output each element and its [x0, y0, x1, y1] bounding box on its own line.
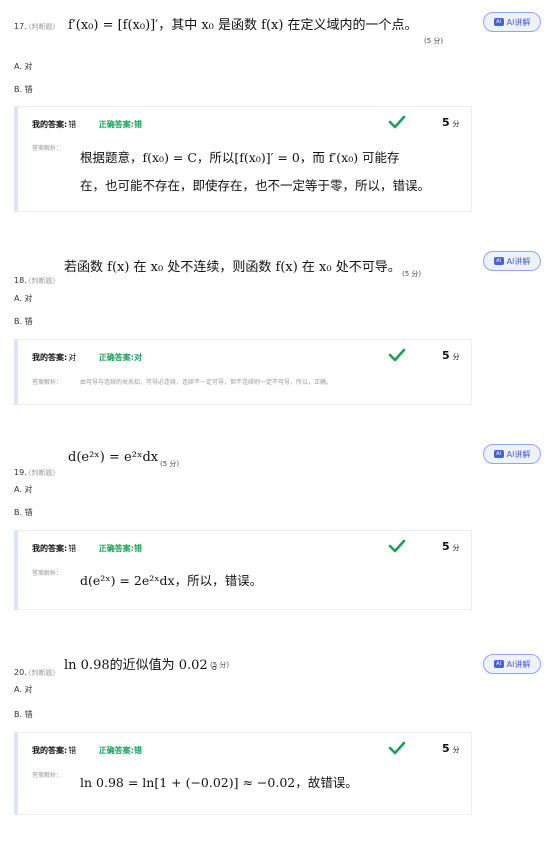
correct-answer-label: 正确答案: [98, 746, 134, 755]
correct-answer-label: 正确答案: [98, 544, 134, 553]
my-answer-value: 错 [68, 120, 77, 129]
answer-row: 我的答案:对 正确答案:对 [32, 352, 142, 363]
ai-icon: AI [493, 450, 504, 458]
points-earned: 5分 [442, 540, 460, 553]
points-earned: 5分 [442, 742, 460, 755]
analysis-line-1: d(e²ˣ) = 2e²ˣdx，所以，错误。 [80, 573, 263, 588]
my-answer-value: 错 [68, 746, 77, 755]
ai-icon: AI [493, 257, 504, 265]
checkmark-icon [388, 115, 406, 129]
question-stem: d(e²ˣ) = e²ˣdx [68, 450, 159, 465]
correct-answer-value: 对 [133, 353, 142, 362]
ai-explain-label: AI讲解 [506, 449, 531, 459]
question-type: (判断题) [28, 23, 56, 31]
correct-answer-value: 错 [133, 544, 142, 553]
ai-explain-label: AI讲解 [506, 659, 531, 669]
answer-panel: 我的答案:错 正确答案:错 5分 答案解析： 根据题意，f(x₀) = C，所以… [14, 106, 472, 212]
option-b[interactable]: B. 错 [14, 84, 33, 95]
checkmark-icon [388, 741, 406, 755]
checkmark-icon [388, 348, 406, 362]
my-answer-value: 对 [68, 353, 77, 362]
correct-answer-label: 正确答案: [98, 353, 134, 362]
option-a[interactable]: A. 对 [14, 484, 32, 495]
question-header: 20. (判断题) [14, 660, 55, 679]
answer-panel: 我的答案:错 正确答案:错 5分 答案解析： d(e²ˣ) = 2e²ˣdx，所… [14, 530, 472, 610]
ai-explain-label: AI讲解 [506, 256, 531, 266]
question-type: (判断题) [28, 277, 56, 285]
ai-explain-button[interactable]: AI AI讲解 [483, 12, 541, 32]
question-number: 18. [14, 276, 27, 285]
question-stem: ln 0.98的近似值为 0.02 。 [64, 658, 225, 673]
question-score: (5 分) [160, 460, 180, 468]
my-answer-label: 我的答案: [32, 746, 68, 755]
my-answer-label: 我的答案: [32, 353, 68, 362]
my-answer-label: 我的答案: [32, 120, 68, 129]
question-number: 19. [14, 468, 27, 477]
analysis-line-1: ln 0.98 = ln[1 + (−0.02)] ≈ −0.02，故错误。 [80, 775, 358, 790]
answer-panel: 我的答案:错 正确答案:错 5分 答案解析： ln 0.98 = ln[1 + … [14, 732, 472, 815]
analysis-line-1: 根据题意，f(x₀) = C，所以[f(x₀)]′ = 0，而 f′(x₀) 可… [80, 150, 400, 165]
question-number: 17. [14, 22, 27, 31]
ai-explain-button[interactable]: AI AI讲解 [483, 251, 541, 271]
question-stem: 若函数 f(x) 在 x₀ 处不连续，则函数 f(x) 在 x₀ 处不可导。 [64, 260, 401, 275]
analysis-label: 答案解析： [32, 570, 63, 577]
analysis-text: 由可导与连续的关系知，可导必连续，连续不一定可导，但不连续则一定不可导，所以，正… [80, 379, 333, 386]
my-answer-value: 错 [68, 544, 77, 553]
question-header: 18. (判断题) [14, 268, 55, 287]
option-a[interactable]: A. 对 [14, 684, 32, 695]
correct-answer-value: 错 [133, 746, 142, 755]
correct-answer-label: 正确答案: [98, 120, 134, 129]
points-earned: 5分 [442, 116, 460, 129]
ai-icon: AI [493, 18, 504, 26]
question-type: (判断题) [28, 469, 56, 477]
option-a[interactable]: A. 对 [14, 61, 32, 72]
answer-panel: 我的答案:对 正确答案:对 5分 答案解析： 由可导与连续的关系知，可导必连续，… [14, 339, 472, 405]
ai-icon: AI [493, 660, 504, 668]
answer-row: 我的答案:错 正确答案:错 [32, 745, 142, 756]
question-header: 19. (判断题) [14, 460, 55, 479]
question-number: 20. [14, 668, 27, 677]
analysis-label: 答案解析： [32, 772, 63, 779]
question-score: (5 分) [210, 661, 230, 669]
question-score: (5 分) [424, 37, 444, 45]
question-stem: f′(x₀) = [f(x₀)]′，其中 x₀ 是函数 f(x) 在定义域内的一… [68, 18, 418, 33]
option-a[interactable]: A. 对 [14, 293, 32, 304]
ai-explain-button[interactable]: AI AI讲解 [483, 654, 541, 674]
checkmark-icon [388, 539, 406, 553]
points-earned: 5分 [442, 349, 460, 362]
analysis-label: 答案解析： [32, 379, 63, 386]
question-header: 17. (判断题) [14, 14, 55, 33]
answer-row: 我的答案:错 正确答案:错 [32, 119, 142, 130]
option-b[interactable]: B. 错 [14, 507, 33, 518]
analysis-line-2: 在，也可能不存在，即使存在，也不一定等于零，所以，错误。 [80, 178, 431, 193]
option-b[interactable]: B. 错 [14, 709, 33, 720]
answer-row: 我的答案:错 正确答案:错 [32, 543, 142, 554]
correct-answer-value: 错 [133, 120, 142, 129]
question-score: (5 分) [402, 270, 422, 278]
question-type: (判断题) [28, 669, 56, 677]
analysis-label: 答案解析： [32, 145, 63, 152]
my-answer-label: 我的答案: [32, 544, 68, 553]
ai-explain-label: AI讲解 [506, 17, 531, 27]
option-b[interactable]: B. 错 [14, 316, 33, 327]
ai-explain-button[interactable]: AI AI讲解 [483, 444, 541, 464]
